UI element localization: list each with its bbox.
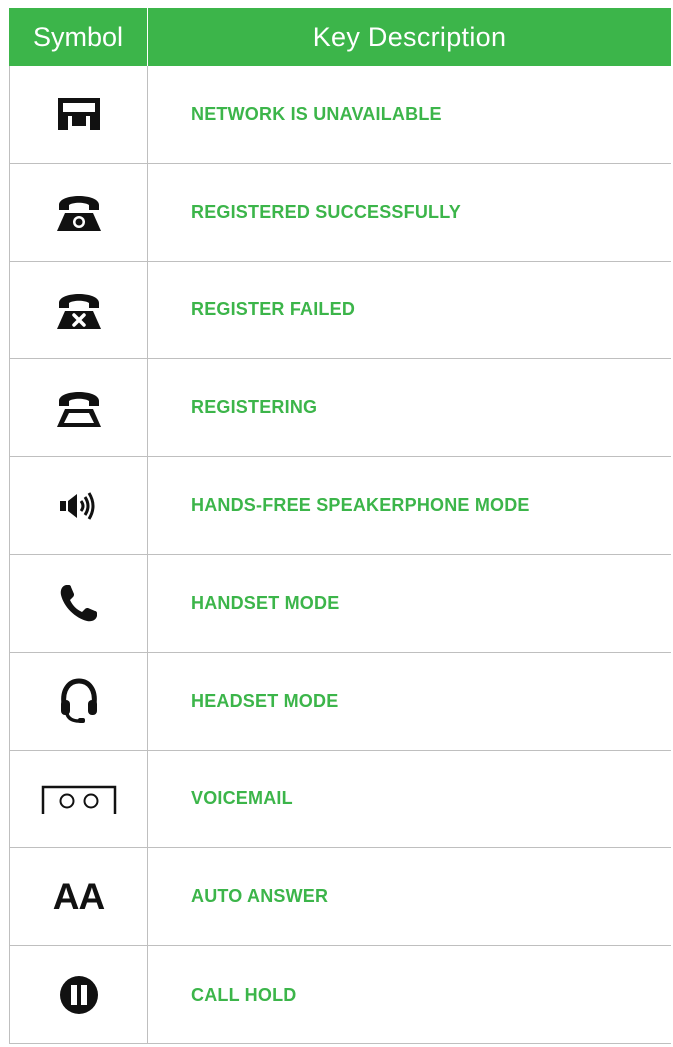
row-label: CALL HOLD	[191, 984, 297, 1005]
table-row: CALL HOLD	[9, 946, 671, 1044]
table-row: NETWORK IS UNAVAILABLE	[9, 66, 671, 164]
symbol-key-table: Symbol Key Description NETWORK IS UNAVAI…	[9, 8, 671, 1044]
header-key-description: Key Description	[312, 21, 507, 52]
headset-icon	[60, 678, 97, 724]
row-label: NETWORK IS UNAVAILABLE	[191, 103, 442, 124]
row-label: HEADSET MODE	[191, 690, 339, 711]
table-row: REGISTERING	[9, 359, 671, 458]
handset-icon	[60, 585, 97, 622]
table-row: REGISTERED SUCCESSFULLY	[9, 163, 671, 262]
row-label: REGISTERING	[191, 397, 318, 418]
phone-registering-icon	[56, 391, 101, 427]
voicemail-icon	[41, 785, 116, 814]
row-label: REGISTERED SUCCESSFULLY	[191, 201, 461, 222]
row-label: VOICEMAIL	[191, 788, 293, 809]
table-row: REGISTER FAILED	[9, 261, 671, 360]
table-row: HANDSET MODE	[9, 554, 671, 653]
table-header: Symbol Key Description	[9, 8, 671, 66]
call-hold-icon	[59, 976, 98, 1015]
phone-register-failed-icon	[56, 293, 101, 329]
row-label: REGISTER FAILED	[191, 299, 356, 320]
speaker-icon	[59, 491, 94, 520]
row-label: HANDSET MODE	[191, 592, 340, 613]
row-label: HANDS-FREE SPEAKERPHONE MODE	[191, 495, 530, 516]
phone-registered-icon	[56, 196, 101, 232]
table-row: HANDS-FREE SPEAKERPHONE MODE	[9, 457, 671, 555]
table-row: HEADSET MODE	[9, 652, 671, 751]
network-unavailable-icon	[57, 98, 100, 131]
auto-answer-icon: AA	[52, 875, 105, 917]
row-label: AUTO ANSWER	[191, 886, 329, 907]
table-row: VOICEMAIL	[9, 750, 671, 849]
header-symbol: Symbol	[9, 8, 148, 66]
table-row: AA AUTO ANSWER	[9, 848, 671, 947]
